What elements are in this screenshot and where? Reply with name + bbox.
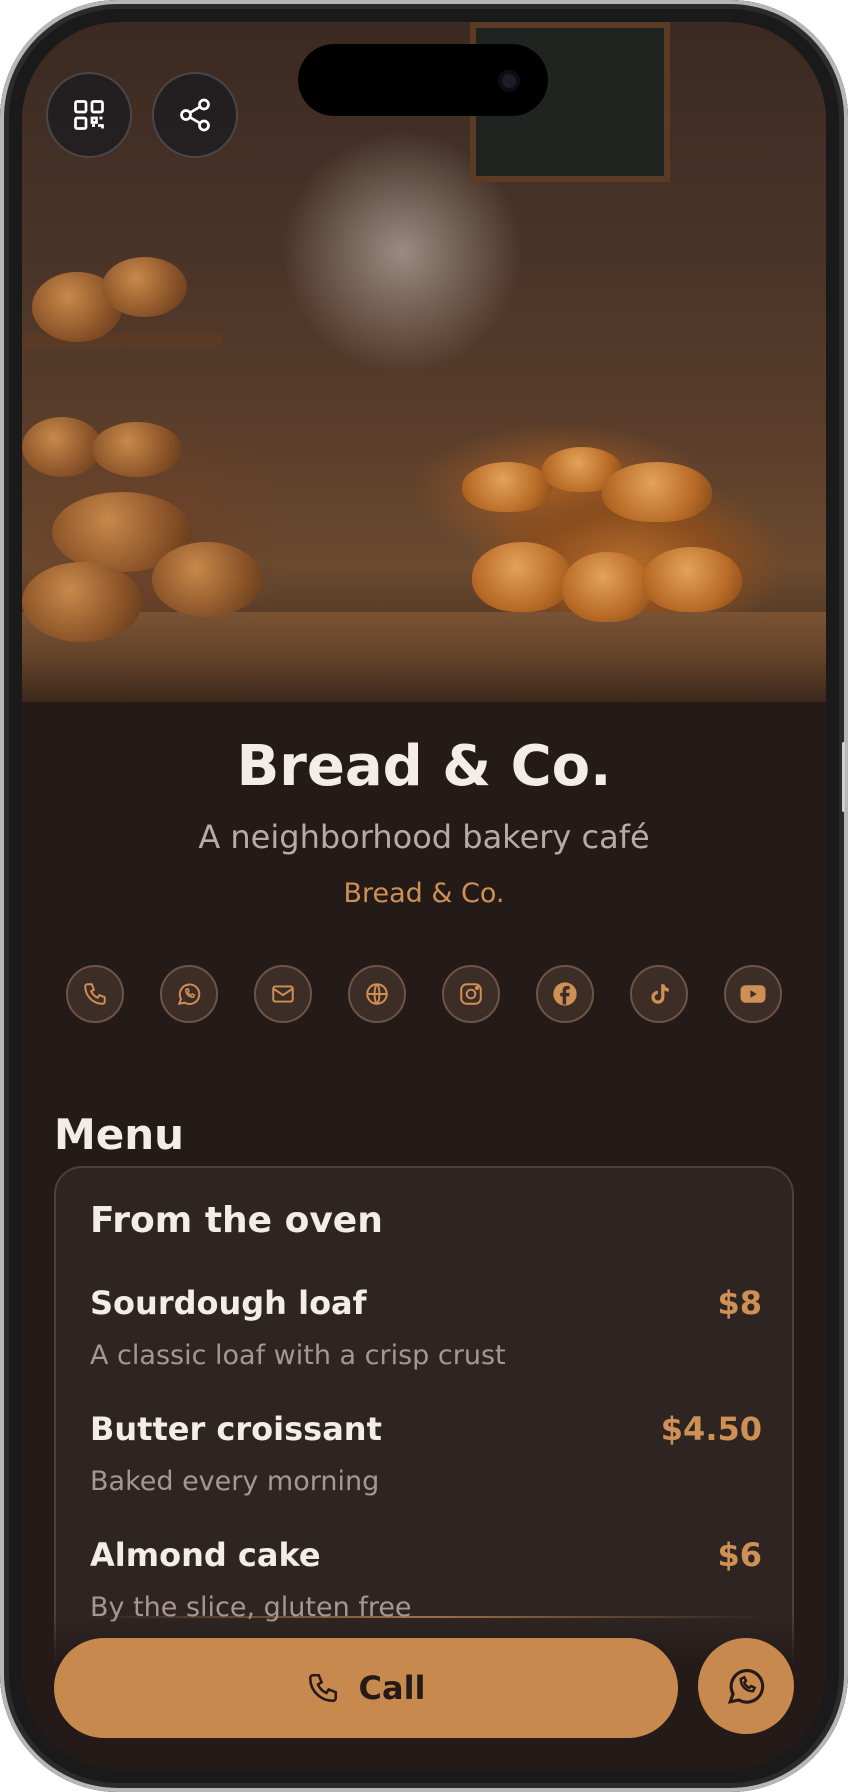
whatsapp-icon [177, 983, 201, 1006]
email-link[interactable] [254, 965, 312, 1023]
social-links [66, 965, 782, 1025]
facebook-icon [553, 982, 577, 1006]
phone-icon [309, 1673, 338, 1703]
camera-icon [498, 70, 520, 92]
youtube-link[interactable] [724, 965, 782, 1023]
menu-heading: Menu [54, 1110, 185, 1159]
menu-item-name: Butter croissant [90, 1410, 382, 1448]
website-link[interactable] [348, 965, 406, 1023]
dynamic-island [298, 44, 548, 116]
qr-code-button[interactable] [46, 72, 132, 158]
whatsapp-button[interactable] [698, 1638, 794, 1734]
hero-image [22, 22, 826, 702]
instagram-icon [460, 983, 482, 1005]
share-icon [180, 98, 210, 132]
instagram-link[interactable] [442, 965, 500, 1023]
share-button[interactable] [152, 72, 238, 158]
menu-item-price: $4.50 [660, 1410, 762, 1448]
menu-item-name: Almond cake [90, 1536, 321, 1574]
brand-label: Bread & Co. [343, 878, 505, 909]
menu-section-title: From the oven [90, 1200, 383, 1241]
whatsapp-link[interactable] [160, 965, 218, 1023]
facebook-link[interactable] [536, 965, 594, 1023]
mail-icon [272, 985, 294, 1003]
call-button[interactable]: Call [54, 1638, 678, 1738]
phone-link[interactable] [66, 965, 124, 1023]
menu-item-name: Sourdough loaf [90, 1284, 367, 1322]
business-name: Bread & Co. [236, 734, 612, 799]
tagline: A neighborhood bakery café [198, 818, 650, 856]
tiktok-icon [651, 984, 669, 1004]
qr-code-icon [74, 100, 104, 130]
menu-item-price: $8 [717, 1284, 762, 1322]
menu-item-description: Baked every morning [90, 1466, 380, 1497]
youtube-icon [740, 985, 766, 1003]
phone-icon [84, 983, 106, 1005]
side-button [842, 742, 845, 812]
menu-item-price: $6 [717, 1536, 762, 1574]
screen: Bread & Co. A neighborhood bakery café B… [22, 22, 826, 1770]
tiktok-link[interactable] [630, 965, 688, 1023]
menu-item-description: A classic loaf with a crisp crust [90, 1340, 506, 1371]
menu-card: From the oven Sourdough loaf $8 A classi… [54, 1166, 794, 1686]
globe-icon [366, 983, 388, 1005]
whatsapp-icon [727, 1669, 765, 1704]
call-button-label: Call [358, 1669, 426, 1707]
